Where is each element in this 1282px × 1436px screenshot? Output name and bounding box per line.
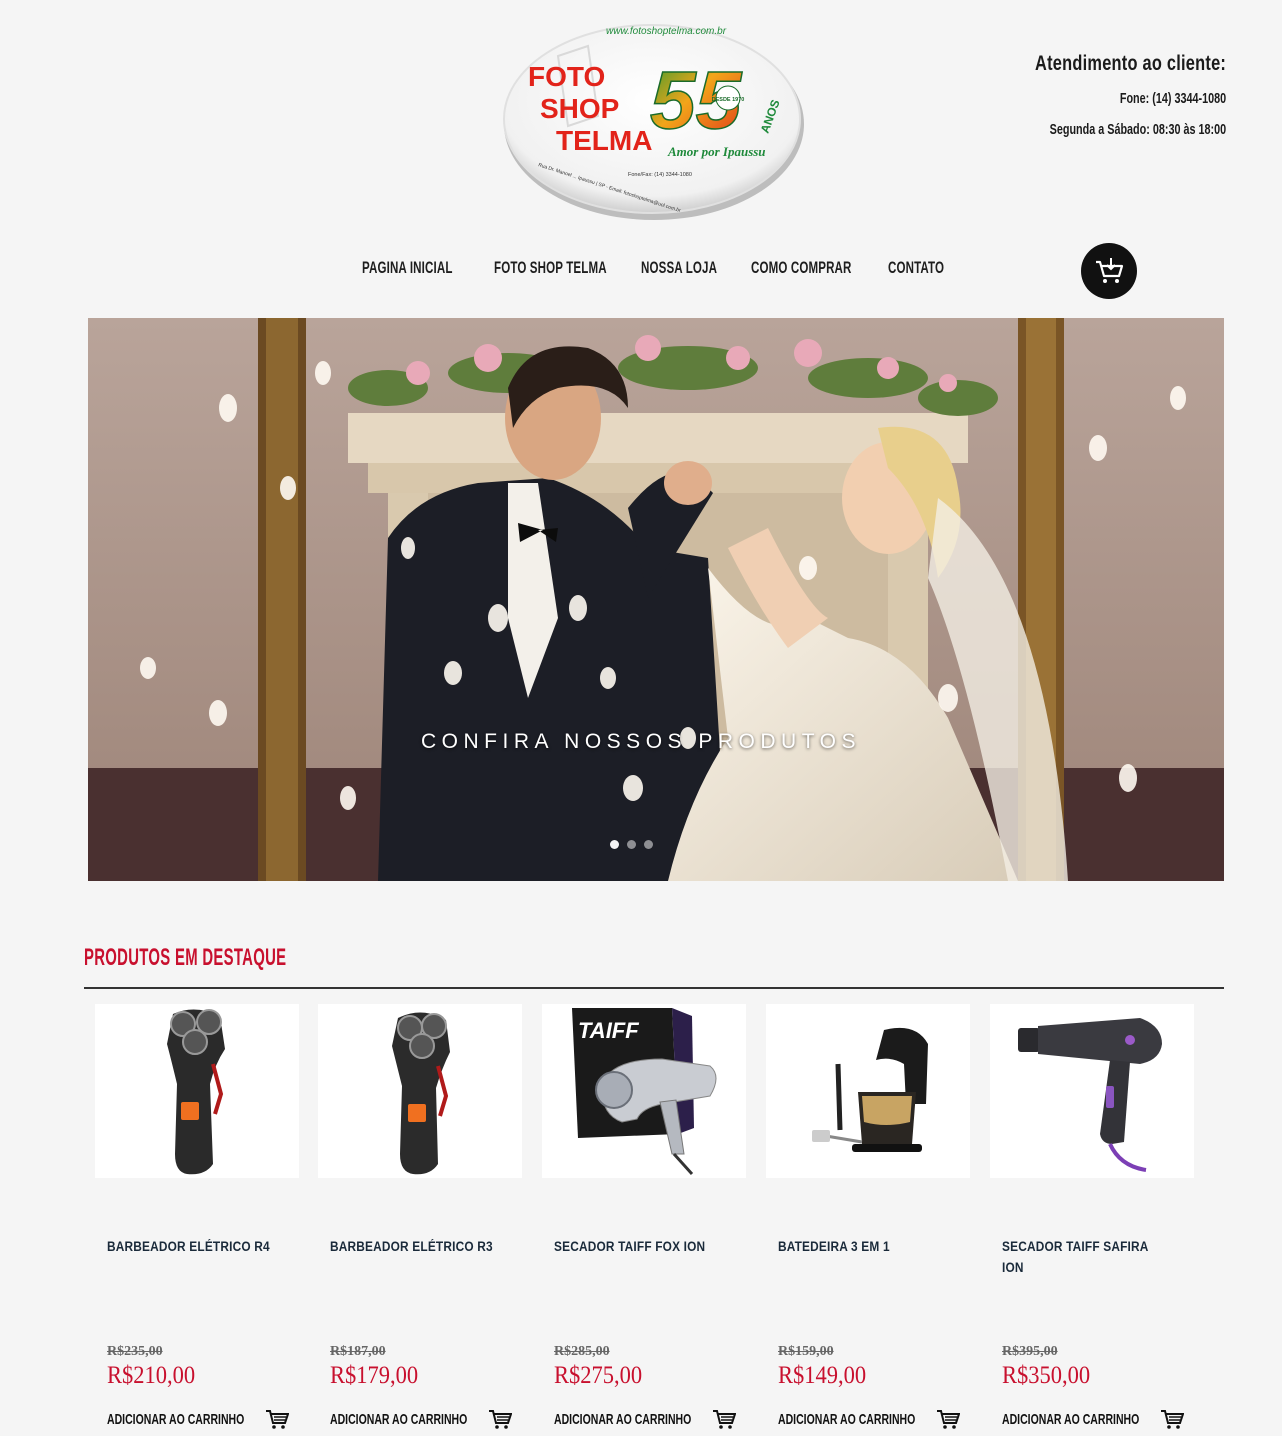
logo-since: DESDE 1970 xyxy=(712,97,745,103)
hair-dryer-box-image: TAIFF xyxy=(572,1008,717,1176)
support-hours: Segunda a Sábado: 08:30 às 18:00 xyxy=(1049,121,1226,138)
slider-dot-1[interactable] xyxy=(610,840,619,849)
store-logo[interactable]: www.fotoshoptelma.com.br FOTO SHOP TELMA… xyxy=(498,16,810,226)
stand-mixer-image xyxy=(812,1027,928,1152)
add-to-cart-label: ADICIONAR AO CARRINHO xyxy=(1002,1410,1140,1428)
product-card: BATEDEIRA 3 EM 1 R$159,00 R$149,00 ADICI… xyxy=(766,1004,970,1436)
site-header: www.fotoshoptelma.com.br FOTO SHOP TELMA… xyxy=(0,0,1282,240)
product-name[interactable]: BARBEADOR ELÉTRICO R3 xyxy=(330,1236,497,1257)
logo-tagline: Amor por Ipaussu xyxy=(667,144,766,159)
product-card: SECADOR TAIFF SAFIRA ION R$395,00 R$350,… xyxy=(990,1004,1194,1436)
add-to-cart-button[interactable]: ADICIONAR AO CARRINHO xyxy=(1002,1408,1184,1430)
add-to-cart-label: ADICIONAR AO CARRINHO xyxy=(778,1410,916,1428)
support-title: Atendimento ao cliente: xyxy=(1034,52,1226,75)
product-name[interactable]: BARBEADOR ELÉTRICO R4 xyxy=(107,1236,274,1257)
product-card: BARBEADOR ELÉTRICO R3 R$187,00 R$179,00 … xyxy=(318,1004,522,1436)
featured-products-grid: BARBEADOR ELÉTRICO R4 R$235,00 R$210,00 … xyxy=(95,1004,1205,1436)
product-image[interactable] xyxy=(95,1004,299,1178)
nav-item-contato[interactable]: CONTATO xyxy=(888,258,944,278)
product-price: R$179,00 xyxy=(330,1362,419,1389)
hair-dryer-image xyxy=(1018,1018,1162,1172)
add-to-cart-label: ADICIONAR AO CARRINHO xyxy=(107,1410,245,1428)
add-to-cart-label: ADICIONAR AO CARRINHO xyxy=(554,1410,692,1428)
logo-line-1: FOTO xyxy=(528,61,605,92)
product-old-price: R$187,00 xyxy=(330,1344,386,1359)
cart-icon xyxy=(713,1410,736,1429)
product-old-price: R$395,00 xyxy=(1002,1344,1058,1359)
box-brand-text: TAIFF xyxy=(578,1018,639,1043)
hero-caption[interactable]: CONFIRA NOSSOS PRODUTOS xyxy=(0,730,1282,754)
slider-dot-3[interactable] xyxy=(644,840,653,849)
cart-icon xyxy=(489,1410,512,1429)
product-card: BARBEADOR ELÉTRICO R4 R$235,00 R$210,00 … xyxy=(95,1004,299,1436)
product-price: R$149,00 xyxy=(778,1362,867,1389)
add-to-cart-button[interactable]: ADICIONAR AO CARRINHO xyxy=(778,1408,960,1430)
product-image[interactable] xyxy=(318,1004,522,1178)
featured-products-title: PRODUTOS EM DESTAQUE xyxy=(84,944,287,971)
nav-item-foto-shop-telma[interactable]: FOTO SHOP TELMA xyxy=(494,258,607,278)
logo-line-3: TELMA xyxy=(556,125,652,156)
product-price: R$350,00 xyxy=(1002,1362,1091,1389)
hero-wedding-photo xyxy=(88,318,1224,881)
logo-line-2: SHOP xyxy=(540,93,619,124)
cart-button[interactable] xyxy=(1081,243,1137,299)
add-to-cart-label: ADICIONAR AO CARRINHO xyxy=(330,1410,468,1428)
product-name[interactable]: SECADOR TAIFF SAFIRA ION xyxy=(1002,1236,1169,1278)
support-phone: Fone: (14) 3344-1080 xyxy=(1119,90,1226,107)
hero-banner[interactable] xyxy=(88,318,1224,881)
logo-graphic: www.fotoshoptelma.com.br FOTO SHOP TELMA… xyxy=(503,24,804,220)
electric-shaver-image xyxy=(167,1009,225,1175)
logo-url: www.fotoshoptelma.com.br xyxy=(606,26,727,37)
cart-icon xyxy=(1161,1410,1184,1429)
product-old-price: R$159,00 xyxy=(778,1344,834,1359)
add-to-cart-button[interactable]: ADICIONAR AO CARRINHO xyxy=(107,1408,289,1430)
product-image[interactable]: TAIFF xyxy=(542,1004,746,1178)
cart-icon xyxy=(937,1410,960,1429)
nav-item-nossa-loja[interactable]: NOSSA LOJA xyxy=(641,258,717,278)
electric-shaver-image xyxy=(392,1012,450,1175)
product-name[interactable]: BATEDEIRA 3 EM 1 xyxy=(778,1236,945,1257)
logo-contact: Fone/Fax: (14) 3344-1080 xyxy=(628,172,692,178)
shopping-cart-icon xyxy=(1096,258,1124,283)
product-image[interactable] xyxy=(766,1004,970,1178)
add-to-cart-button[interactable]: ADICIONAR AO CARRINHO xyxy=(554,1408,736,1430)
product-old-price: R$235,00 xyxy=(107,1344,163,1359)
slider-dot-2[interactable] xyxy=(627,840,636,849)
add-to-cart-button[interactable]: ADICIONAR AO CARRINHO xyxy=(330,1408,512,1430)
customer-support-info: Atendimento ao cliente: Fone: (14) 3344-… xyxy=(981,52,1226,138)
nav-item-pagina-inicial[interactable]: PAGINA INICIAL xyxy=(362,258,453,278)
product-old-price: R$285,00 xyxy=(554,1344,610,1359)
product-price: R$275,00 xyxy=(554,1362,643,1389)
product-price: R$210,00 xyxy=(107,1362,196,1389)
nav-item-como-comprar[interactable]: COMO COMPRAR xyxy=(751,258,852,278)
product-card: TAIFF SECADOR TAIFF FOX ION R$285,00 R$2… xyxy=(542,1004,746,1436)
hero-slider-dots xyxy=(610,840,653,849)
product-name[interactable]: SECADOR TAIFF FOX ION xyxy=(554,1236,721,1257)
cart-icon xyxy=(266,1410,289,1429)
section-divider xyxy=(84,987,1224,989)
product-image[interactable] xyxy=(990,1004,1194,1178)
